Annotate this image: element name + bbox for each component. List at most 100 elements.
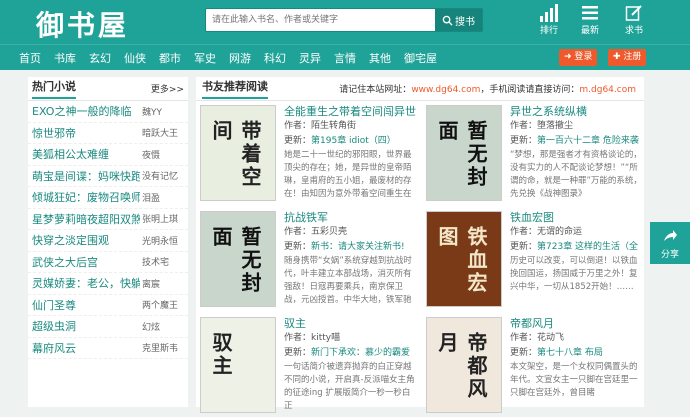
hot-novel-author[interactable]: 技术宅 bbox=[142, 255, 184, 268]
nav-item-xianxia[interactable]: 仙侠 bbox=[124, 50, 146, 66]
book-update: 更新：第723章 这样的生活（全 bbox=[510, 240, 642, 255]
hot-novel-author[interactable]: 幻炫 bbox=[142, 320, 184, 333]
recommend-panel: 书友推荐阅读 请记住本站网址：www.dg64.com，手机阅读请直接访问：m.… bbox=[196, 77, 644, 413]
book-description: 一句话简介被遗弃抛弃的白正穿越不同的小说，开启真-反派喵女主角的征途ing 扩展… bbox=[284, 362, 415, 411]
book-latest-chapter[interactable]: 第195章 idiot（四） bbox=[311, 136, 396, 146]
hot-novel-title[interactable]: 灵媒娇妻：老公，快躺 bbox=[32, 275, 140, 291]
hot-novel-row[interactable]: 武侠之大后宫 技术宅 bbox=[28, 252, 188, 273]
hot-novel-author[interactable]: 暗跃大王 bbox=[142, 126, 184, 139]
book-description: 历史可以改变，可以倒退！以铁血挽回国运，扬国威于万里之外！复兴中华，一切从185… bbox=[510, 256, 638, 292]
share-button[interactable]: 分享 bbox=[650, 222, 690, 264]
nav-item-yuzhaiwu[interactable]: 御宅屋 bbox=[404, 50, 437, 66]
book-title[interactable]: 异世之系统纵横 bbox=[510, 103, 642, 119]
hot-novel-row[interactable]: 萌宝是间谍：妈咪快跑 没有记忆 bbox=[28, 166, 188, 187]
hot-novel-title[interactable]: 星梦萝莉暗夜超阳双煞 bbox=[32, 211, 140, 227]
hot-novel-author[interactable]: 张明上琪 bbox=[142, 212, 184, 225]
book-title[interactable]: 铁血宏图 bbox=[510, 209, 642, 225]
rank-link[interactable]: 排行 bbox=[532, 4, 566, 36]
nav-item-other[interactable]: 其他 bbox=[369, 50, 391, 66]
hot-novel-author[interactable]: 夜慑 bbox=[142, 148, 184, 161]
register-button[interactable]: ✚ 注册 bbox=[608, 49, 647, 66]
nav-item-romance[interactable]: 言情 bbox=[334, 50, 356, 66]
hot-novel-title[interactable]: 倾城狂妃：废物召唤师 bbox=[32, 189, 140, 205]
hot-novel-title[interactable]: EXO之神一般的降临 bbox=[32, 103, 140, 119]
rank-label: 排行 bbox=[539, 26, 558, 36]
hot-novel-title[interactable]: 萌宝是间谍：妈咪快跑 bbox=[32, 168, 140, 184]
nav-item-library[interactable]: 书库 bbox=[54, 50, 76, 66]
book-latest-chapter[interactable]: 第一百六十二章 危险来袭 bbox=[537, 136, 639, 146]
hot-novel-row[interactable]: EXO之神一般的降临 魏YY bbox=[28, 101, 188, 123]
hot-novel-author[interactable]: 没有记忆 bbox=[142, 169, 184, 182]
nav-item-game[interactable]: 网游 bbox=[229, 50, 251, 66]
book-info: 铁血宏图 作者：无谓的命运 更新：第723章 这样的生活（全 历史可以改变，可以… bbox=[510, 209, 642, 307]
site-url[interactable]: www.dg64.com bbox=[411, 85, 480, 95]
hot-novel-row[interactable]: 星梦萝莉暗夜超阳双煞 张明上琪 bbox=[28, 209, 188, 230]
latest-link[interactable]: 最新 bbox=[573, 4, 607, 36]
nav-item-fantasy[interactable]: 玄幻 bbox=[89, 50, 111, 66]
cover-text: 暂无封面 bbox=[209, 226, 262, 295]
book-info: 帝都风月 作者：花动飞 更新：第七十八章 布局 本文架空，是一个女权同偶置头的年… bbox=[510, 315, 642, 413]
hot-novel-author[interactable]: 离宸 bbox=[142, 277, 184, 290]
hot-novel-row[interactable]: 灵媒娇妻：老公，快躺 离宸 bbox=[28, 273, 188, 295]
hot-novel-title[interactable]: 仙门圣尊 bbox=[32, 297, 140, 313]
register-label: 注册 bbox=[623, 52, 642, 62]
nav-item-home[interactable]: 首页 bbox=[19, 50, 41, 66]
book-cover[interactable]: 帝都风月 bbox=[426, 317, 502, 413]
book-cover[interactable]: 暂无封面 bbox=[426, 105, 502, 201]
hot-novel-title[interactable]: 超级虫洞 bbox=[32, 318, 140, 334]
hot-novel-row[interactable]: 倾城狂妃：废物召唤师 泪盈 bbox=[28, 187, 188, 209]
site-logo[interactable]: 御书屋 bbox=[36, 4, 129, 44]
book-card: 带着空间 全能重生之带着空间闯异世 作者：陌生转角街 更新：第195章 idio… bbox=[196, 101, 416, 205]
book-title[interactable]: 驭主 bbox=[284, 315, 416, 331]
book-update: 更新：第七十八章 布局 bbox=[510, 346, 642, 361]
hot-novel-author[interactable]: 克里斯韦 bbox=[142, 341, 184, 354]
book-latest-chapter[interactable]: 第723章 这样的生活（全 bbox=[537, 242, 638, 252]
book-title[interactable]: 抗战铁军 bbox=[284, 209, 416, 225]
book-cover[interactable]: 暂无封面 bbox=[200, 211, 276, 307]
hot-novel-row[interactable]: 超级虫洞 幻炫 bbox=[28, 316, 188, 338]
book-title[interactable]: 帝都风月 bbox=[510, 315, 642, 331]
hot-novel-title[interactable]: 幕府风云 bbox=[32, 340, 140, 356]
book-author: 作者：陌生转角街 bbox=[284, 121, 357, 131]
book-latest-chapter[interactable]: 新门下承欢：慕少的霸爱 bbox=[311, 348, 410, 358]
nav-item-urban[interactable]: 都市 bbox=[159, 50, 181, 66]
hot-novels-more-link[interactable]: 更多>> bbox=[151, 82, 184, 95]
hot-novel-row[interactable]: 惊世邪帝 暗跃大王 bbox=[28, 123, 188, 144]
book-cover[interactable]: 铁血宏图 bbox=[426, 211, 502, 307]
hot-novel-row[interactable]: 仙门圣尊 两个魔王 bbox=[28, 295, 188, 316]
hot-novel-author[interactable]: 两个魔王 bbox=[142, 298, 184, 311]
hot-novel-row[interactable]: 幕府风云 克里斯韦 bbox=[28, 338, 188, 359]
hot-novels-panel: 热门小说 更多>> EXO之神一般的降临 魏YY 惊世邪帝 暗跃大王 美狐相公太难缠 夜慑… bbox=[28, 77, 188, 407]
nav-item-supernatural[interactable]: 灵异 bbox=[299, 50, 321, 66]
hot-novel-row[interactable]: 快穿之淡定围观 光明永恒 bbox=[28, 230, 188, 252]
login-button[interactable]: ➜ 登录 bbox=[559, 49, 598, 66]
book-cover[interactable]: 驭主 bbox=[200, 317, 276, 413]
cover-text: 帝都风月 bbox=[435, 332, 488, 401]
hot-novel-title[interactable]: 武侠之大后宫 bbox=[32, 254, 140, 270]
book-card: 暂无封面 抗战铁军 作者：五彩贝壳 更新：新书：请大家关注新书! 随身携带“女娲… bbox=[196, 207, 414, 311]
hot-novel-row[interactable]: 美狐相公太难缠 夜慑 bbox=[28, 144, 188, 166]
book-description: 随身携带“女娲”系统穿越到抗战时代，叶丰建立本部战场，消灭所有强敌！日寇再要乘兵… bbox=[284, 256, 412, 305]
hot-novel-title[interactable]: 美狐相公太难缠 bbox=[32, 146, 140, 162]
hot-novel-author[interactable]: 泪盈 bbox=[142, 191, 184, 204]
search-button[interactable]: 搜书 bbox=[435, 9, 482, 31]
hot-novel-title[interactable]: 惊世邪帝 bbox=[32, 125, 140, 141]
hot-novels-header: 热门小说 更多>> bbox=[28, 77, 188, 101]
book-latest-chapter[interactable]: 新书：请大家关注新书! bbox=[311, 242, 405, 252]
request-book-label: 求书 bbox=[624, 26, 643, 36]
hot-novel-author[interactable]: 光明永恒 bbox=[142, 234, 184, 247]
mobile-url[interactable]: m.dg64.com bbox=[579, 85, 636, 95]
cover-text: 驭主 bbox=[209, 332, 233, 378]
book-title[interactable]: 全能重生之带着空间闯异世 bbox=[284, 103, 416, 119]
hot-novel-title[interactable]: 快穿之淡定围观 bbox=[32, 232, 140, 248]
book-cover[interactable]: 带着空间 bbox=[200, 105, 276, 201]
cover-text: 带着空间 bbox=[209, 120, 262, 189]
hot-novel-author[interactable]: 魏YY bbox=[142, 105, 184, 118]
latest-label: 最新 bbox=[580, 26, 599, 36]
request-book-link[interactable]: 求书 bbox=[617, 4, 651, 36]
search-input[interactable] bbox=[206, 9, 431, 31]
nav-item-military[interactable]: 军史 bbox=[194, 50, 216, 66]
book-info: 全能重生之带着空间闯异世 作者：陌生转角街 更新：第195章 idiot（四） … bbox=[284, 103, 416, 201]
book-latest-chapter[interactable]: 第七十八章 布局 bbox=[537, 348, 603, 358]
nav-item-scifi[interactable]: 科幻 bbox=[264, 50, 286, 66]
